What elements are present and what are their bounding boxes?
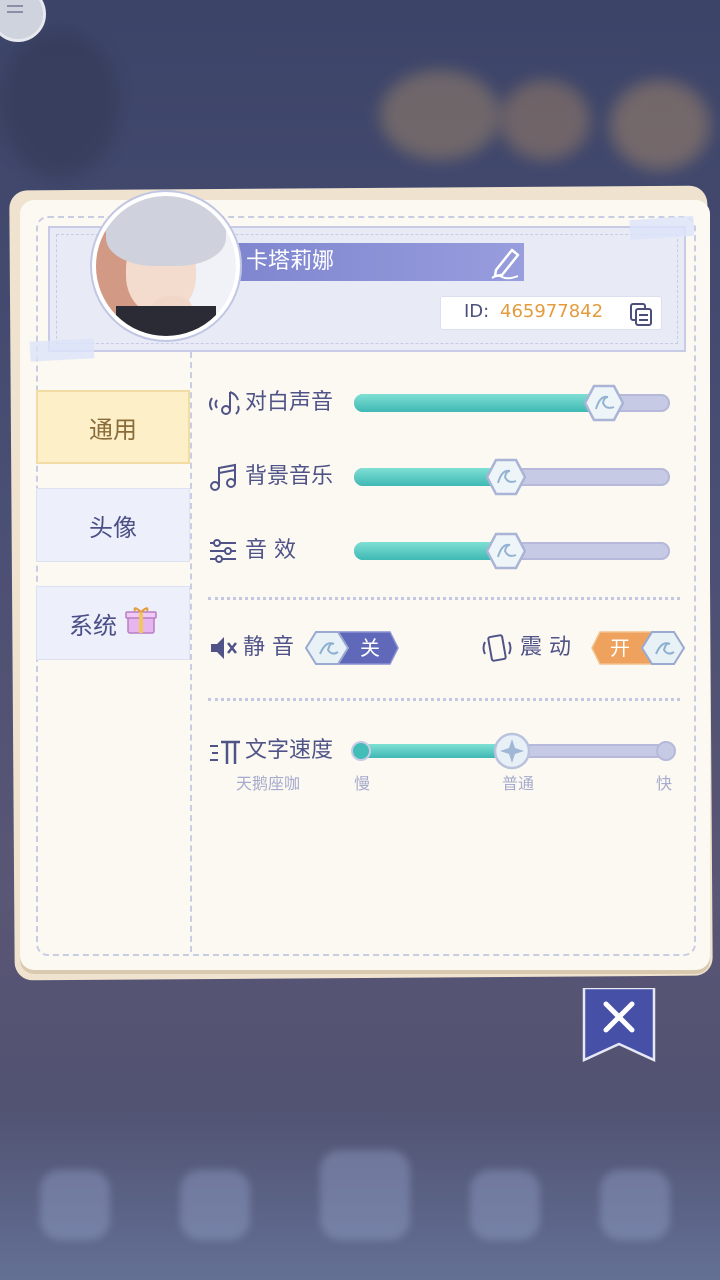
tab-label: 系统 [69,611,117,640]
speaker-mute-icon [208,633,238,667]
text-speed-tick-slow: 慢 [354,774,371,793]
tab-system[interactable]: 系统 [36,586,190,660]
bgm-volume-label: 背景音乐 [245,464,334,489]
dialogue-volume-knob[interactable] [583,383,625,423]
mute-state-text: 关 [360,636,380,660]
text-speed-min-dot [351,741,371,761]
tab-general[interactable]: 通用 [36,390,190,464]
sliders-icon [208,536,238,570]
dialogue-volume-label: 对白声音 [245,390,334,415]
section-divider [208,597,680,600]
mute-label: 静 音 [243,635,294,660]
bgm-volume-knob[interactable] [485,457,527,497]
background-nav-item [180,1170,250,1240]
sfx-volume-label: 音 效 [245,538,296,563]
menu-icon [7,5,23,13]
background-blob [610,80,710,170]
text-speed-knob[interactable] [492,731,532,771]
text-speed-icon [208,738,242,772]
vibrate-state-text: 开 [610,636,630,660]
section-divider [208,698,680,701]
tab-label: 头像 [89,513,137,542]
gift-icon [125,605,157,641]
phone-vibrate-icon [480,633,514,667]
background-blob [0,30,120,180]
text-speed-fill [354,744,512,758]
background-nav-item [40,1170,110,1240]
text-speed-tick-normal: 普通 [502,774,535,793]
text-speed-label: 文字速度 [245,738,334,763]
sfx-volume-fill [354,542,506,560]
voice-note-icon [208,388,242,424]
vibrate-toggle[interactable] [590,630,686,666]
background-nav-item [320,1150,410,1240]
background-blob [500,80,590,160]
player-name: 卡塔莉娜 [246,249,335,274]
sfx-volume-knob[interactable] [485,531,527,571]
copy-icon[interactable] [628,301,654,331]
mute-toggle[interactable] [304,630,400,666]
tape-decoration [29,338,95,362]
id-label: ID: [464,301,490,322]
id-value: 465977842 [500,301,604,322]
close-button[interactable] [582,986,656,1062]
pencil-icon[interactable] [488,244,524,284]
background-nav-item [600,1170,670,1240]
text-speed-max-dot [656,741,676,761]
text-speed-tick-fast: 快 [656,774,673,793]
avatar[interactable] [92,192,240,340]
tab-divider [190,352,192,952]
bgm-volume-fill [354,468,506,486]
music-note-icon [208,462,238,496]
background-blob [380,70,500,160]
text-speed-preview: 天鹅座咖 [236,774,301,793]
background-nav-item [470,1170,540,1240]
tab-label: 通用 [89,415,137,444]
vibrate-label: 震 动 [520,635,571,660]
tab-avatar[interactable]: 头像 [36,488,190,562]
dialogue-volume-fill [354,394,604,412]
